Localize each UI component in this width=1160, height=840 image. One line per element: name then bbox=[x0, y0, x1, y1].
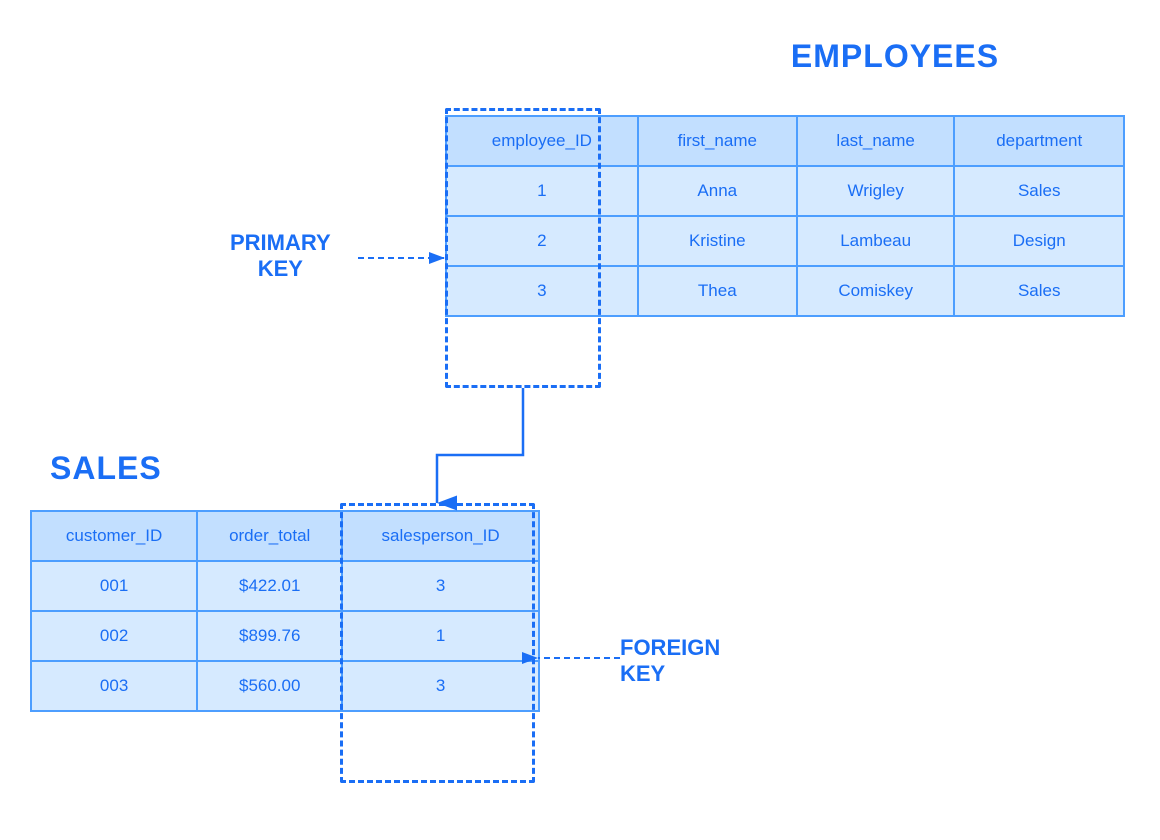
employees-data-row: 3TheaComiskeySales bbox=[446, 266, 1124, 316]
employees-cell: 2 bbox=[446, 216, 638, 266]
employees-cell: Wrigley bbox=[797, 166, 955, 216]
sales-cell: $560.00 bbox=[197, 661, 342, 711]
employees-col-firstname: first_name bbox=[638, 116, 797, 166]
employees-cell: Lambeau bbox=[797, 216, 955, 266]
sales-col-ordertotal: order_total bbox=[197, 511, 342, 561]
employees-data-row: 1AnnaWrigleySales bbox=[446, 166, 1124, 216]
sales-cell: 3 bbox=[342, 561, 539, 611]
sales-cell: 003 bbox=[31, 661, 197, 711]
diagram-container: EMPLOYEES employee_ID first_name last_na… bbox=[0, 0, 1160, 840]
sales-title: SALES bbox=[50, 450, 162, 487]
employees-col-id: employee_ID bbox=[446, 116, 638, 166]
sales-data-row: 003$560.003 bbox=[31, 661, 539, 711]
employees-data-row: 2KristineLambeauDesign bbox=[446, 216, 1124, 266]
employees-db-table: employee_ID first_name last_name departm… bbox=[445, 115, 1125, 317]
employees-header-row: employee_ID first_name last_name departm… bbox=[446, 116, 1124, 166]
sales-col-customerid: customer_ID bbox=[31, 511, 197, 561]
employees-cell: Kristine bbox=[638, 216, 797, 266]
employees-cell: Anna bbox=[638, 166, 797, 216]
sales-cell: $422.01 bbox=[197, 561, 342, 611]
employees-table: employee_ID first_name last_name departm… bbox=[445, 115, 1125, 317]
sales-cell: 1 bbox=[342, 611, 539, 661]
primary-key-label: PRIMARYKEY bbox=[230, 230, 331, 283]
employees-col-department: department bbox=[954, 116, 1124, 166]
sales-header-row: customer_ID order_total salesperson_ID bbox=[31, 511, 539, 561]
sales-data-row: 002$899.761 bbox=[31, 611, 539, 661]
employees-col-lastname: last_name bbox=[797, 116, 955, 166]
sales-cell: 001 bbox=[31, 561, 197, 611]
sales-table: customer_ID order_total salesperson_ID 0… bbox=[30, 510, 540, 712]
sales-cell: 3 bbox=[342, 661, 539, 711]
employees-cell: Design bbox=[954, 216, 1124, 266]
employees-cell: Comiskey bbox=[797, 266, 955, 316]
employees-cell: Sales bbox=[954, 266, 1124, 316]
foreign-key-label: FOREIGNKEY bbox=[620, 635, 720, 688]
employees-cell: Sales bbox=[954, 166, 1124, 216]
employees-cell: 1 bbox=[446, 166, 638, 216]
employees-cell: Thea bbox=[638, 266, 797, 316]
employees-title: EMPLOYEES bbox=[630, 38, 1160, 75]
sales-db-table: customer_ID order_total salesperson_ID 0… bbox=[30, 510, 540, 712]
sales-data-row: 001$422.013 bbox=[31, 561, 539, 611]
employees-cell: 3 bbox=[446, 266, 638, 316]
sales-cell: $899.76 bbox=[197, 611, 342, 661]
sales-cell: 002 bbox=[31, 611, 197, 661]
sales-col-salespersonid: salesperson_ID bbox=[342, 511, 539, 561]
